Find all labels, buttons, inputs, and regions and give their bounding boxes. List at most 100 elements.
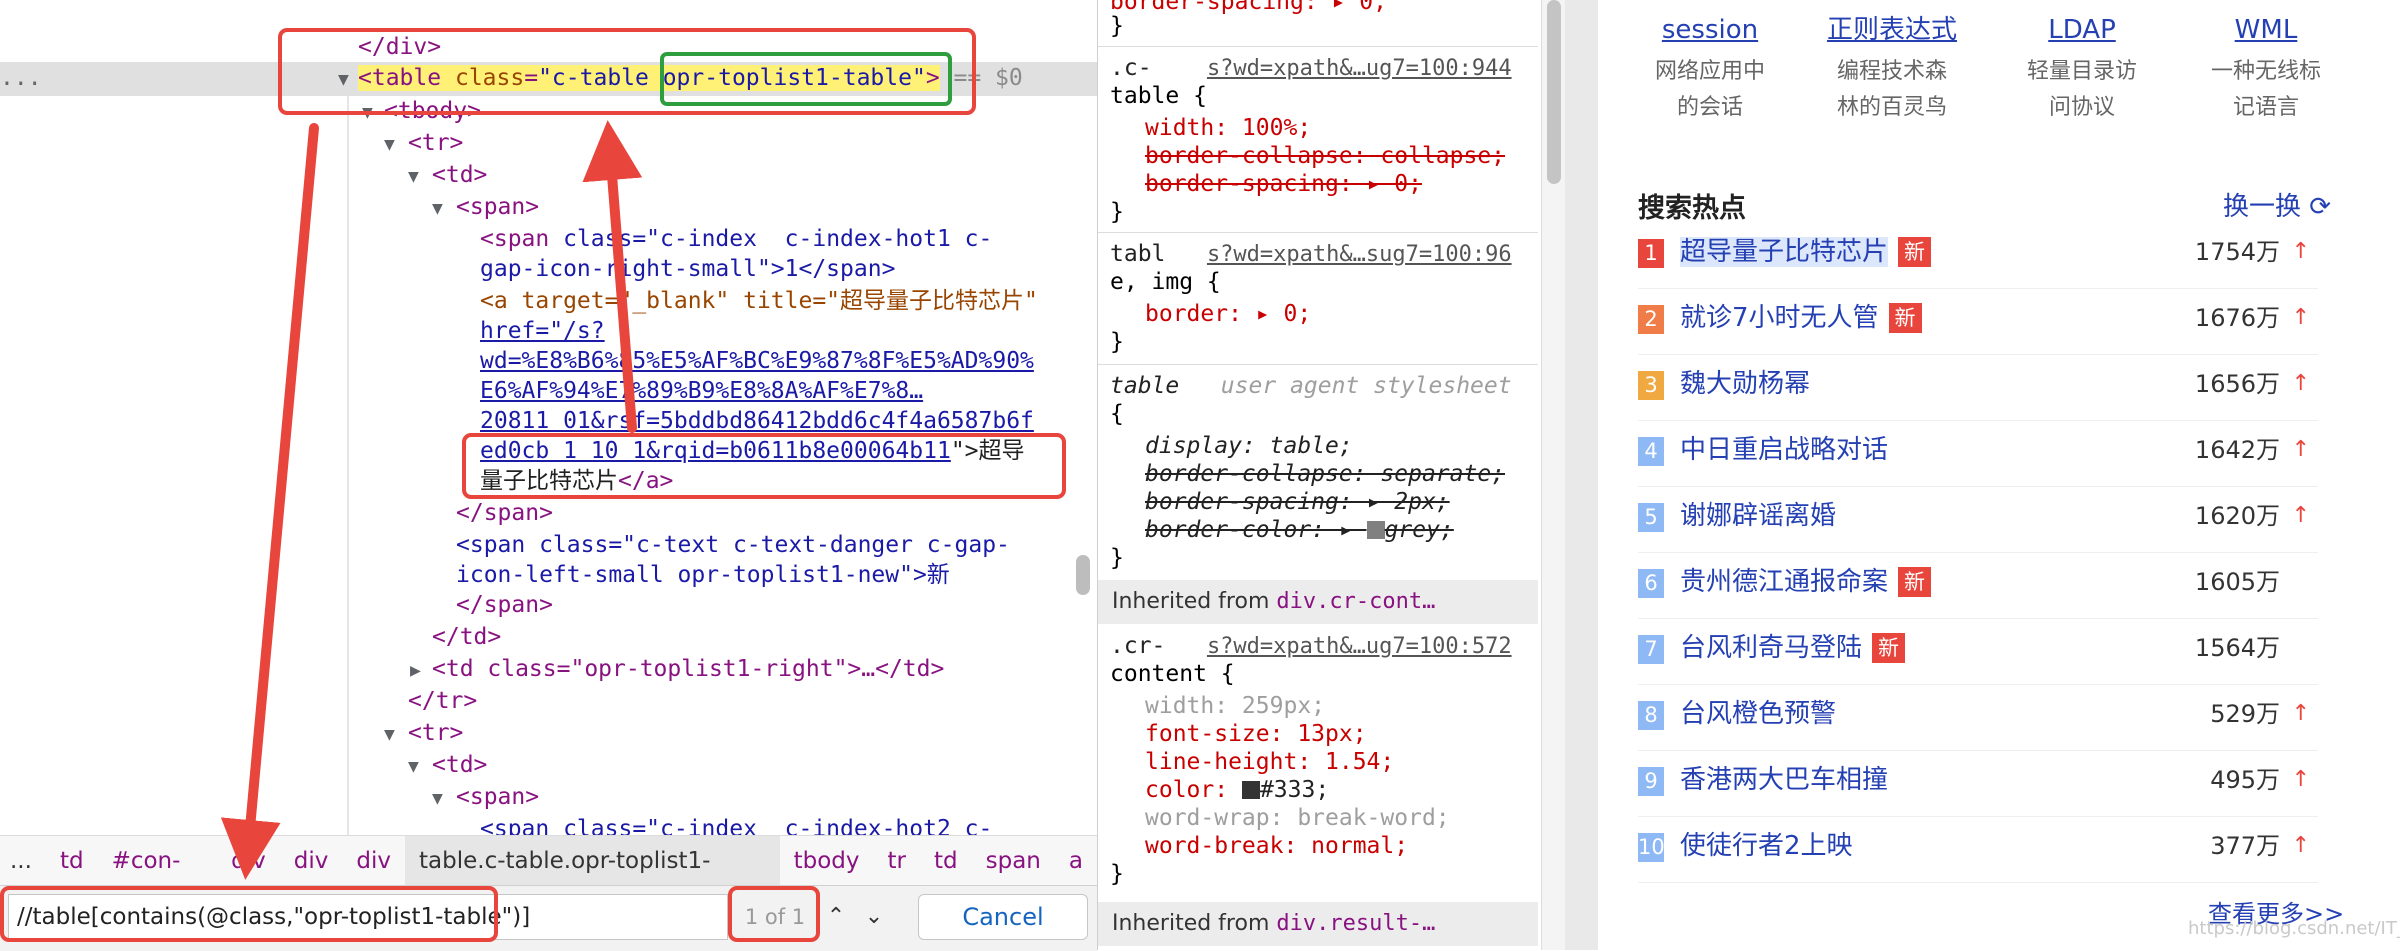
hot-search-row[interactable]: 6 贵州德江通报命案新 1605万 bbox=[1638, 552, 2318, 619]
td-tag-2[interactable]: <td> bbox=[432, 750, 487, 781]
hot-search-row[interactable]: 3 魏大勋杨幂 1656万 ↑ bbox=[1638, 354, 2318, 421]
hot-search-title-link[interactable]: 使徒行者2上映 bbox=[1680, 828, 1853, 864]
tr-tag[interactable]: <tr> bbox=[408, 128, 463, 159]
span-close-tag[interactable]: </span> bbox=[456, 498, 553, 529]
breadcrumb-item[interactable]: span bbox=[972, 836, 1055, 886]
related-term-link[interactable]: WML bbox=[2186, 12, 2346, 48]
inherited-element[interactable]: div.cr-cont… bbox=[1276, 589, 1435, 614]
href-link[interactable]: E6%AF%94%E7%89%B9%E8%8A%AF%E7%8… bbox=[480, 378, 923, 404]
style-prop-overridden[interactable]: border-spacing: ▸ 0; bbox=[1145, 170, 1422, 199]
breadcrumb-item[interactable]: a bbox=[1055, 836, 1097, 886]
hot-search-title-link[interactable]: 超导量子比特芯片新 bbox=[1680, 234, 1932, 270]
source-link[interactable]: s?wd=xpath&…ug7=100:944 bbox=[1207, 56, 1512, 81]
breadcrumb-item[interactable]: #con-ar bbox=[98, 836, 218, 924]
inherited-element[interactable]: div.result-… bbox=[1276, 911, 1435, 936]
hot-search-title-link[interactable]: 中日重启战略对话 bbox=[1680, 432, 1888, 468]
expand-triangle-icon[interactable]: ▼ bbox=[384, 129, 395, 160]
style-prop[interactable]: color: #333; bbox=[1145, 776, 1329, 805]
hot-search-row[interactable]: 2 就诊7小时无人管新 1676万 ↑ bbox=[1638, 288, 2318, 355]
span-index-line-2[interactable]: gap-icon-right-small">1</span> bbox=[480, 254, 895, 285]
href-link[interactable]: 20811 01&rsf=5bddbd86412bdd6c4f4a6587b6f bbox=[480, 408, 1034, 434]
hot-search-row[interactable]: 7 台风利奇马登陆新 1564万 bbox=[1638, 618, 2318, 685]
td-close-tag[interactable]: </td> bbox=[432, 622, 501, 653]
tr-close-tag[interactable]: </tr> bbox=[408, 686, 477, 717]
color-swatch-grey[interactable] bbox=[1366, 521, 1385, 539]
related-term[interactable]: LDAP 轻量目录访 问协议 bbox=[2002, 12, 2162, 126]
related-term-link[interactable]: LDAP bbox=[2002, 12, 2162, 48]
tr-tag-2[interactable]: <tr> bbox=[408, 718, 463, 749]
related-term[interactable]: WML 一种无线标 记语言 bbox=[2186, 12, 2346, 126]
source-link[interactable]: s?wd=xpath&…ug7=100:572 bbox=[1207, 634, 1512, 659]
hot-search-title-link[interactable]: 台风利奇马登陆新 bbox=[1680, 630, 1906, 666]
hot-search-title-link[interactable]: 贵州德江通报命案新 bbox=[1680, 564, 1932, 600]
collapse-triangle-icon[interactable]: ▶ bbox=[410, 655, 421, 686]
span-text-line-1[interactable]: <span class="c-text c-text-danger c-gap- bbox=[456, 530, 1010, 561]
breadcrumb-item[interactable]: div bbox=[342, 836, 405, 886]
hot-search-title-link[interactable]: 魏大勋杨幂 bbox=[1680, 366, 1810, 402]
expand-triangle-icon[interactable]: ▼ bbox=[432, 193, 443, 224]
expand-triangle-icon[interactable]: ▼ bbox=[384, 719, 395, 750]
expand-triangle-icon[interactable]: ▼ bbox=[408, 161, 419, 192]
breadcrumb-item[interactable]: td bbox=[920, 836, 972, 886]
breadcrumb-overflow[interactable]: ... bbox=[0, 836, 46, 886]
related-term[interactable]: session 网络应用中 的会话 bbox=[1630, 12, 1790, 126]
style-prop-inactive[interactable]: width: 259px; bbox=[1145, 692, 1325, 721]
styles-scrollbar[interactable] bbox=[1541, 0, 1566, 950]
style-prop[interactable]: line-height: 1.54; bbox=[1145, 748, 1394, 777]
elements-scroll-thumb[interactable] bbox=[1076, 555, 1090, 595]
prop-text: #333; bbox=[1259, 777, 1330, 803]
related-term-link[interactable]: session bbox=[1630, 12, 1790, 48]
breadcrumb-item[interactable]: div bbox=[280, 836, 343, 886]
hot-search-row[interactable]: 5 谢娜辟谣离婚 1620万 ↑ bbox=[1638, 486, 2318, 553]
span-close-tag[interactable]: </span> bbox=[456, 590, 553, 621]
href-link[interactable]: href="/s? bbox=[480, 318, 605, 344]
related-term[interactable]: 正则表达式 编程技术森 林的百灵鸟 bbox=[1812, 12, 1972, 126]
style-prop[interactable]: width: 100%; bbox=[1145, 114, 1311, 143]
td-right-tag[interactable]: <td class="opr-toplist1-right">…</td> bbox=[432, 654, 944, 685]
breadcrumb-item[interactable]: tbody bbox=[780, 836, 874, 886]
prop-text: line-height: 1.54; bbox=[1145, 749, 1395, 775]
anchor-line-3[interactable]: wd=%E8%B6%85%E5%AF%BC%E9%87%8F%E5%AD%90% bbox=[480, 346, 1034, 377]
source-link[interactable]: s?wd=xpath&…sug7=100:96 bbox=[1207, 242, 1512, 267]
hot-search-row[interactable]: 8 台风橙色预警 529万 ↑ bbox=[1638, 684, 2318, 751]
tag-text: <span> bbox=[456, 784, 540, 810]
hot-search-title-link[interactable]: 香港两大巴车相撞 bbox=[1680, 762, 1888, 798]
refresh-button[interactable]: 换一换 ⟳ bbox=[2223, 186, 2331, 223]
expand-triangle-icon[interactable]: ▼ bbox=[408, 751, 419, 782]
related-term-link[interactable]: 正则表达式 bbox=[1812, 12, 1972, 48]
hot-search-title-link[interactable]: 就诊7小时无人管新 bbox=[1680, 300, 1922, 336]
color-swatch-333[interactable] bbox=[1241, 781, 1260, 799]
href-link[interactable]: wd=%E8%B6%85%E5%AF%BC%E9%87%8F%E5%AD%90% bbox=[480, 348, 1034, 374]
chevron-down-icon[interactable]: ⌄ bbox=[856, 894, 892, 940]
anchor-line-2[interactable]: href="/s? bbox=[480, 316, 605, 347]
span-index-line-1[interactable]: <span class="c-index c-index-hot1 c- bbox=[480, 224, 992, 255]
span-text-line-2[interactable]: icon-left-small opr-toplist1-new">新 bbox=[456, 560, 950, 591]
anchor-line-1[interactable]: <a target="_blank" title="超导量子比特芯片" bbox=[480, 286, 1038, 317]
span-tag[interactable]: <span> bbox=[456, 192, 539, 223]
style-prop[interactable]: border: ▸ 0; bbox=[1145, 300, 1311, 329]
expand-triangle-icon[interactable]: ▼ bbox=[432, 783, 443, 814]
hot-search-row[interactable]: 9 香港两大巴车相撞 495万 ↑ bbox=[1638, 750, 2318, 817]
anchor-line-4[interactable]: E6%AF%94%E7%89%B9%E8%8A%AF%E7%8… bbox=[480, 376, 923, 407]
scroll-thumb[interactable] bbox=[1547, 0, 1561, 184]
style-prop-overridden[interactable]: border-collapse: collapse; bbox=[1145, 142, 1505, 171]
hot-search-title-link[interactable]: 台风橙色预警 bbox=[1680, 696, 1836, 732]
cancel-button[interactable]: Cancel bbox=[918, 894, 1088, 940]
hot-search-row[interactable]: 1 超导量子比特芯片新 1754万 ↑ bbox=[1638, 222, 2318, 289]
hot-search-title-link[interactable]: 谢娜辟谣离婚 bbox=[1680, 498, 1836, 534]
breadcrumb-item[interactable]: div bbox=[217, 836, 280, 886]
breadcrumb-item[interactable]: td bbox=[46, 836, 98, 886]
hot-search-row[interactable]: 10 使徒行者2上映 377万 ↑ bbox=[1638, 816, 2318, 883]
style-prop[interactable]: word-break: normal; bbox=[1145, 832, 1408, 861]
style-prop[interactable]: font-size: 13px; bbox=[1145, 720, 1367, 749]
span-index-hot2[interactable]: <span class="c-index c-index-hot2 c- bbox=[480, 814, 992, 835]
prop-text: border-spacing: ▸ 2px; bbox=[1145, 489, 1450, 515]
hot-search-row[interactable]: 4 中日重启战略对话 1642万 ↑ bbox=[1638, 420, 2318, 487]
span-tag-2[interactable]: <span> bbox=[456, 782, 539, 813]
chevron-up-icon[interactable]: ⌃ bbox=[818, 894, 854, 940]
td-tag[interactable]: <td> bbox=[432, 160, 487, 191]
breadcrumb-item[interactable]: tr bbox=[874, 836, 920, 886]
style-prop-inactive[interactable]: word-wrap: break-word; bbox=[1145, 804, 1450, 833]
new-badge: 新 bbox=[1898, 237, 1932, 267]
breadcrumb-item-active[interactable]: table.c-table.opr-toplist1-table bbox=[405, 836, 780, 924]
